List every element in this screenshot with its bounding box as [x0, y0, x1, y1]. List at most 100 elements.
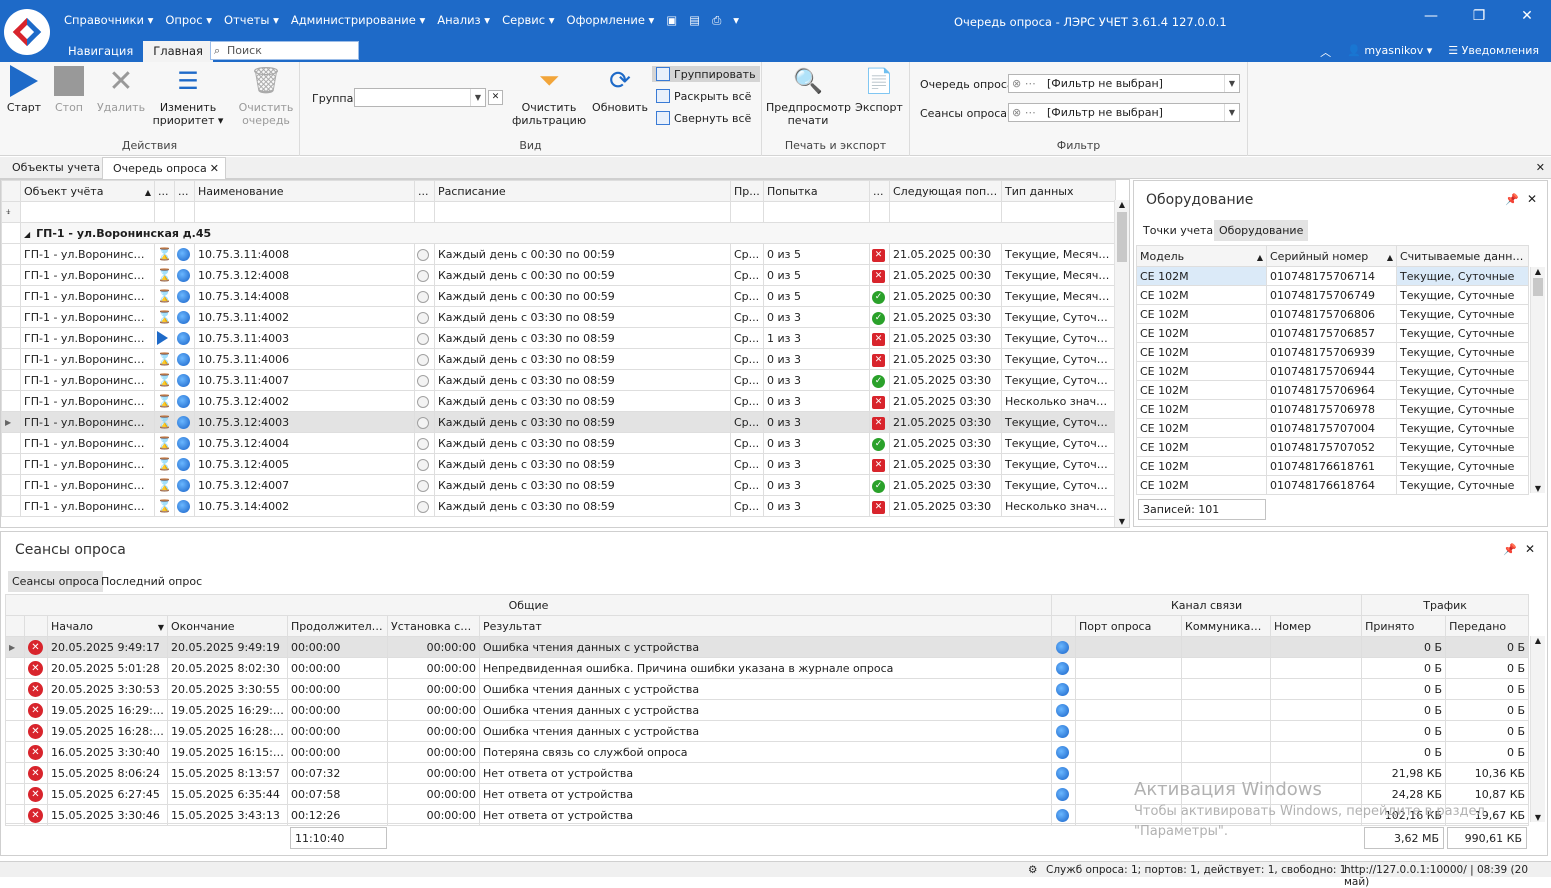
clear-queue-button[interactable]: 🗑 Очистить очередь: [236, 64, 296, 127]
save-icon[interactable]: ▤: [683, 13, 706, 28]
col-name[interactable]: Наименование: [194, 180, 415, 202]
tab-metering-points[interactable]: Точки учета: [1138, 221, 1218, 240]
tab-poll-queue[interactable]: Очередь опроса ✕: [102, 157, 226, 179]
close-icon[interactable]: ✕: [1527, 192, 1537, 206]
col-serial[interactable]: Серийный номер ▲: [1266, 245, 1397, 267]
export-button[interactable]: 📄 Экспорт: [854, 64, 904, 114]
status-url[interactable]: http://127.0.0.1:10000/ | 08:39 (20 май): [1344, 864, 1551, 888]
col-sent[interactable]: Передано: [1445, 615, 1530, 637]
equipment-row[interactable]: CE 102M 010748175706978 Текущие, Суточные: [1136, 399, 1529, 419]
menu-service[interactable]: Сервис ▾: [496, 13, 560, 28]
menu-reports[interactable]: Отчеты ▾: [218, 13, 285, 28]
scroll-down-icon[interactable]: ▼: [1531, 813, 1545, 822]
pin-icon[interactable]: 📌: [1503, 543, 1517, 556]
tab-accounting-objects[interactable]: Объекты учета: [2, 157, 110, 179]
col-data-type[interactable]: Тип данных: [1001, 180, 1116, 202]
session-row[interactable]: ▶ ✕ 20.05.2025 9:49:17 20.05.2025 9:49:19 00…: [5, 636, 1530, 658]
col-d2[interactable]: ...: [174, 180, 195, 202]
col-port[interactable]: Порт опроса: [1075, 615, 1183, 637]
start-button[interactable]: Старт: [4, 64, 44, 114]
close-icon[interactable]: ✕: [1525, 542, 1535, 556]
equipment-row[interactable]: CE 102M 010748175706714 Текущие, Суточные: [1136, 266, 1529, 286]
chevron-down-icon[interactable]: ▼: [1224, 104, 1239, 121]
clear-filter-button[interactable]: ⏷ Очистить фильтрацию: [512, 64, 586, 128]
queue-filter-combobox[interactable]: ⊗ ⋯ [Фильтр не выбран] ▼: [1008, 74, 1240, 93]
filter-cell[interactable]: [869, 201, 890, 223]
expand-all-button[interactable]: Раскрыть всё: [652, 88, 755, 104]
filter-cell[interactable]: [1001, 201, 1116, 223]
collapse-all-button[interactable]: Свернуть всё: [652, 110, 755, 126]
filter-cell[interactable]: [730, 201, 764, 223]
scroll-down-icon[interactable]: ▼: [1115, 517, 1129, 526]
col-schedule[interactable]: Расписание: [434, 180, 731, 202]
notifications-button[interactable]: ☰ Уведомления: [1448, 44, 1539, 60]
queue-row[interactable]: ▶ ГП-1 - ул.Воронинская ... ⌛ 10.75.3.12:40…: [1, 411, 1116, 433]
close-tab-icon[interactable]: ✕: [210, 162, 219, 175]
col-model[interactable]: Модель ▲: [1136, 245, 1267, 267]
quick-access-dropdown-icon[interactable]: ▾: [727, 13, 745, 28]
chevron-down-icon[interactable]: ▼: [1224, 75, 1239, 92]
print-preview-button[interactable]: 🔍 Предпросмотр печати: [766, 64, 851, 127]
close-icon[interactable]: ✕: [1503, 8, 1551, 24]
queue-row[interactable]: ГП-1 - ул.Воронинская ... ⌛ 10.75.3.12:400…: [1, 432, 1116, 454]
queue-row[interactable]: ГП-1 - ул.Воронинская ... 10.75.3.11:4003…: [1, 327, 1116, 349]
scroll-up-icon[interactable]: ▲: [1531, 636, 1545, 645]
queue-row[interactable]: ГП-1 - ул.Воронинская ... ⌛ 10.75.3.12:400…: [1, 453, 1116, 475]
clear-filter-icon[interactable]: ⊗ ⋯: [1012, 106, 1036, 119]
minimize-icon[interactable]: —: [1407, 8, 1455, 24]
group-combobox[interactable]: ▼: [354, 88, 486, 107]
sessions-scrollbar[interactable]: ▲ ▼: [1530, 636, 1545, 822]
equipment-row[interactable]: CE 102M 010748176618764 Текущие, Суточные: [1136, 475, 1529, 495]
menu-administration[interactable]: Администрирование ▾: [285, 13, 431, 28]
col-priority[interactable]: Пр...: [730, 180, 764, 202]
session-row[interactable]: ✕ 15.05.2025 6:27:45 15.05.2025 6:35:44 00:…: [5, 783, 1530, 805]
col-end[interactable]: Окончание: [167, 615, 288, 637]
queue-row[interactable]: ГП-1 - ул.Воронинская ... ⌛ 10.75.3.11:400…: [1, 348, 1116, 370]
col-comm[interactable]: Коммуникаци...: [1181, 615, 1272, 637]
clear-filter-icon[interactable]: ⊗ ⋯: [1012, 77, 1036, 90]
queue-row[interactable]: ГП-1 - ул.Воронинская ... ⌛ 10.75.3.14:400…: [1, 285, 1116, 307]
col-d3[interactable]: ...: [414, 180, 435, 202]
session-row[interactable]: ✕ 20.05.2025 5:01:28 20.05.2025 8:02:30 00:…: [5, 657, 1530, 679]
tab-sessions[interactable]: Сеансы опроса: [8, 571, 104, 592]
col-d1[interactable]: ...: [154, 180, 175, 202]
filter-cell[interactable]: [763, 201, 870, 223]
col-connect[interactable]: Установка сое...: [387, 615, 480, 637]
session-row[interactable]: ✕ 20.05.2025 3:30:53 20.05.2025 3:30:55 00:…: [5, 678, 1530, 700]
pin-icon[interactable]: 📌: [1505, 193, 1519, 206]
tab-last-poll[interactable]: Последний опрос: [97, 571, 206, 592]
filter-cell[interactable]: [194, 201, 415, 223]
menu-polling[interactable]: Опрос ▾: [159, 13, 218, 28]
col-result[interactable]: Результат: [478, 615, 1053, 637]
col-duration[interactable]: Продолжительн...: [287, 615, 388, 637]
tab-navigation[interactable]: Навигация: [58, 41, 143, 62]
refresh-button[interactable]: ⟳ Обновить: [590, 64, 650, 114]
scroll-thumb[interactable]: [1533, 278, 1543, 296]
session-row[interactable]: ✕ 16.05.2025 3:30:40 19.05.2025 16:15:52 00…: [5, 741, 1530, 763]
session-row[interactable]: ✕ 15.05.2025 8:06:24 15.05.2025 8:13:57 00:…: [5, 762, 1530, 784]
col-d4[interactable]: ...: [869, 180, 890, 202]
menu-appearance[interactable]: Оформление ▾: [561, 13, 661, 28]
stop-button[interactable]: Стоп: [50, 64, 88, 114]
collapse-ribbon-icon[interactable]: ︿: [1320, 44, 1331, 60]
collapse-group-icon[interactable]: ◢: [24, 230, 30, 239]
col-start[interactable]: Начало ▼: [47, 615, 168, 637]
equipment-row[interactable]: CE 102M 010748175706749 Текущие, Суточные: [1136, 285, 1529, 305]
col-attempt[interactable]: Попытка: [763, 180, 870, 202]
group-button[interactable]: Группировать: [652, 66, 760, 82]
queue-row[interactable]: ГП-1 - ул.Воронинская ... ⌛ 10.75.3.11:400…: [1, 306, 1116, 328]
scroll-down-icon[interactable]: ▼: [1531, 484, 1545, 493]
print-icon[interactable]: ⎙: [706, 13, 727, 28]
filter-cell[interactable]: [154, 201, 175, 223]
maximize-icon[interactable]: ❐: [1455, 8, 1503, 24]
clear-group-icon[interactable]: ✕: [488, 90, 503, 105]
close-all-icon[interactable]: ✕: [1536, 161, 1545, 174]
session-row[interactable]: ✕ 19.05.2025 16:28:37 19.05.2025 16:28:37 0…: [5, 720, 1530, 742]
chevron-down-icon[interactable]: ▼: [470, 89, 485, 106]
equipment-row[interactable]: CE 102M 010748175706806 Текущие, Суточные: [1136, 304, 1529, 324]
scroll-up-icon[interactable]: ▲: [1531, 267, 1545, 276]
col-received[interactable]: Принято: [1361, 615, 1447, 637]
scroll-up-icon[interactable]: ▲: [1115, 200, 1129, 209]
queue-row[interactable]: ГП-1 - ул.Воронинская ... ⌛ 10.75.3.11:400…: [1, 369, 1116, 391]
sessions-filter-combobox[interactable]: ⊗ ⋯ [Фильтр не выбран] ▼: [1008, 103, 1240, 122]
